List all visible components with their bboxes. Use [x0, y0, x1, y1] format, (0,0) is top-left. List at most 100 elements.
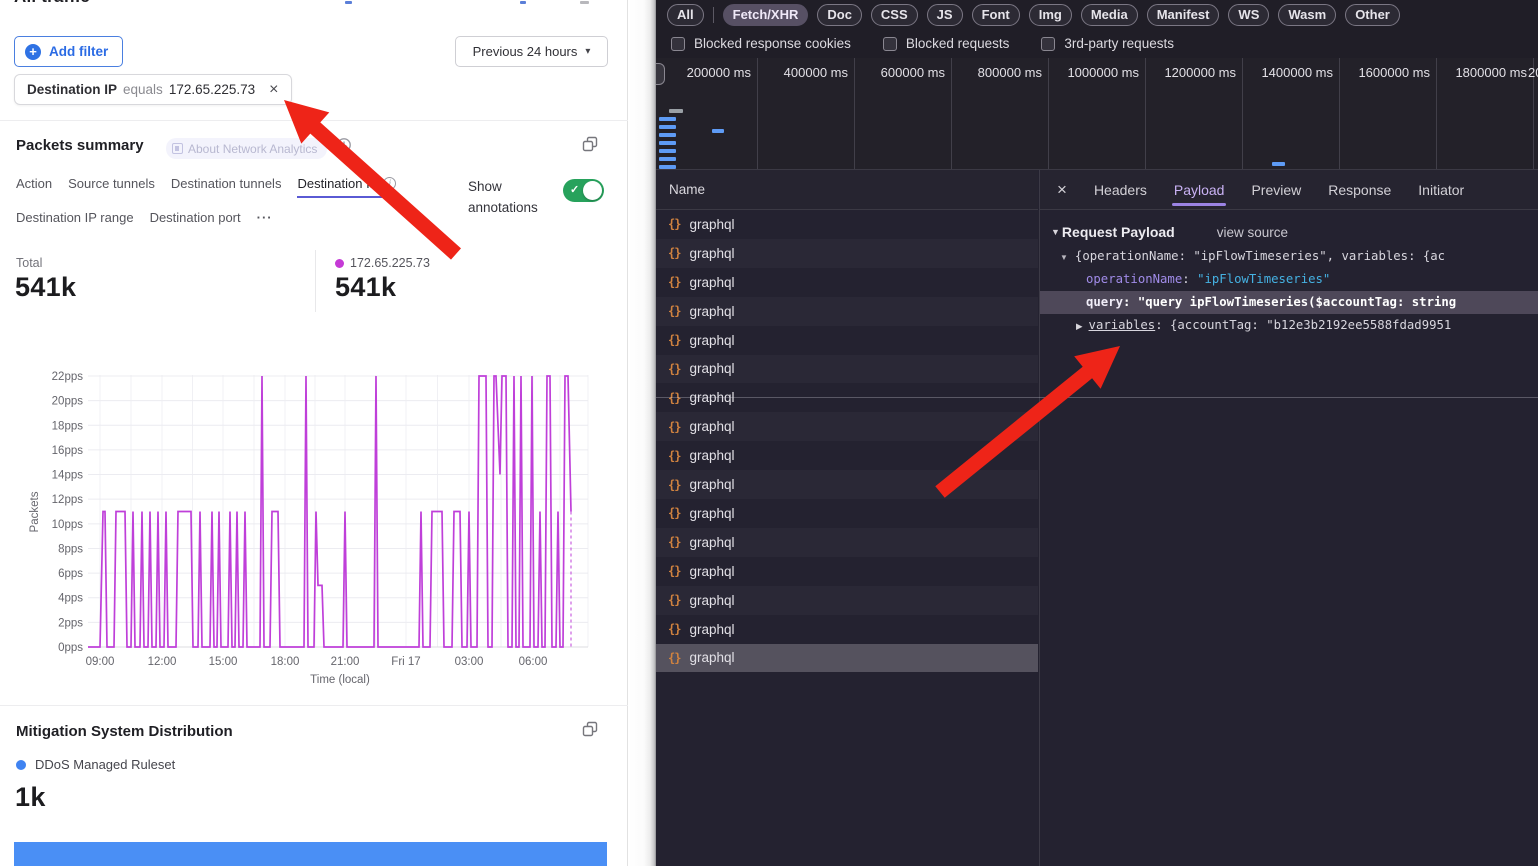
request-mark [669, 109, 683, 113]
tab-label: Source tunnels [68, 176, 155, 191]
packets-timeseries-chart[interactable]: 0pps2pps4pps6pps8pps10pps12pps14pps16pps… [0, 352, 628, 692]
network-overview-timeline[interactable]: 200000 ms400000 ms600000 ms800000 ms1000… [656, 58, 1538, 170]
triangle-down-icon: ▼ [1051, 227, 1060, 237]
request-row[interactable]: {}graphql [656, 326, 1038, 355]
about-network-analytics-badge[interactable]: About Network Analytics [166, 138, 327, 159]
request-name: graphql [689, 622, 734, 637]
clipped-control-remnant [345, 1, 352, 4]
filter-value: 172.65.225.73 [169, 82, 255, 97]
expand-card-icon[interactable] [582, 721, 598, 737]
triangle-right-icon: ▶ [1076, 321, 1083, 331]
svg-text:15:00: 15:00 [209, 656, 238, 668]
resource-filter-manifest[interactable]: Manifest [1147, 4, 1220, 26]
request-row[interactable]: {}graphql [656, 383, 1038, 412]
timeline-tick-label: 1000000 ms [1039, 65, 1139, 80]
tab-destination-port[interactable]: Destination port [150, 210, 241, 232]
analytics-panel: All traffic + Add filter Previous 24 hou… [0, 0, 628, 866]
detail-tab-preview[interactable]: Preview [1251, 170, 1301, 210]
svg-text:06:00: 06:00 [519, 656, 548, 668]
view-source-link[interactable]: view source [1217, 225, 1288, 240]
add-filter-button[interactable]: + Add filter [14, 36, 123, 67]
tab-destination-ip-range[interactable]: Destination IP range [16, 210, 134, 232]
payload-value: "query ipFlowTimeseries($accountTag: str… [1138, 295, 1456, 309]
name-column-header[interactable]: Name [656, 170, 1038, 210]
request-name: graphql [689, 333, 734, 348]
request-name: graphql [689, 593, 734, 608]
detail-tab-headers[interactable]: Headers [1094, 170, 1147, 210]
json-braces-icon: {} [668, 593, 680, 607]
resource-filter-media[interactable]: Media [1081, 4, 1138, 26]
expand-card-icon[interactable] [582, 136, 598, 152]
resource-filter-img[interactable]: Img [1029, 4, 1072, 26]
resource-filter-other[interactable]: Other [1345, 4, 1400, 26]
resource-filter-doc[interactable]: Doc [817, 4, 862, 26]
time-range-dropdown[interactable]: Previous 24 hours ▾ [455, 36, 608, 67]
request-name: graphql [689, 246, 734, 261]
checkbox-3rd-party-requests[interactable]: 3rd-party requests [1041, 36, 1174, 51]
show-annotations-toggle[interactable]: ✓ [563, 179, 604, 202]
request-row[interactable]: {} graphql [656, 412, 1038, 441]
timeline-tick-label-clipped: 2000000 ms [1528, 65, 1538, 80]
payload-row-variables[interactable]: ▶variables: {accountTag: "b12e3b2192ee55… [1040, 314, 1538, 337]
plus-icon: + [25, 44, 41, 60]
svg-text:8pps: 8pps [58, 543, 83, 555]
payload-summary-line[interactable]: ▼{operationName: "ipFlowTimeseries", var… [1040, 245, 1538, 268]
filter-chip[interactable]: Destination IP equals 172.65.225.73 × [14, 74, 292, 105]
request-name: graphql [689, 275, 734, 290]
request-row[interactable]: {} graphql [656, 297, 1038, 326]
resource-filter-css[interactable]: CSS [871, 4, 918, 26]
resource-filter-fetch-xhr[interactable]: Fetch/XHR [723, 4, 809, 26]
resource-filter-ws[interactable]: WS [1228, 4, 1269, 26]
close-icon[interactable]: × [1057, 180, 1067, 200]
request-row[interactable]: {}graphql [656, 268, 1038, 297]
detail-tab-payload[interactable]: Payload [1174, 170, 1225, 210]
request-row[interactable]: {} graphql [656, 239, 1038, 268]
info-icon: i [383, 177, 396, 190]
resource-type-filter-bar: All Fetch/XHR Doc CSS JS Font Img Media Manifest… [656, 0, 1538, 29]
resource-filter-wasm[interactable]: Wasm [1278, 4, 1336, 26]
tab-destination-tunnels[interactable]: Destination tunnels [171, 176, 282, 198]
request-row[interactable]: {}graphql [656, 210, 1038, 239]
tab-destination-ip[interactable]: Destination IPi [297, 176, 396, 198]
request-mark [659, 133, 676, 137]
check-icon: ✓ [570, 183, 579, 196]
resource-filter-font[interactable]: Font [972, 4, 1020, 26]
page-title: All traffic [14, 0, 90, 9]
json-braces-icon: {} [668, 535, 680, 549]
request-row[interactable]: {}graphql [656, 557, 1038, 586]
tab-[interactable]: ··· [257, 210, 273, 232]
request-filter-checkboxes: Blocked response cookies Blocked requests… [656, 29, 1538, 58]
request-name: graphql [689, 564, 734, 579]
request-row[interactable]: {}graphql [656, 644, 1038, 673]
json-braces-icon: {} [668, 420, 680, 434]
json-braces-icon: {} [668, 651, 680, 665]
payload-row-query[interactable]: query: "query ipFlowTimeseries($accountT… [1040, 291, 1538, 314]
checkbox-blocked-requests[interactable]: Blocked requests [883, 36, 1010, 51]
request-row[interactable]: {}graphql [656, 470, 1038, 499]
tab-action[interactable]: Action [16, 176, 52, 198]
request-row[interactable]: {}graphql [656, 528, 1038, 557]
request-name: graphql [689, 506, 734, 521]
tab-source-tunnels[interactable]: Source tunnels [68, 176, 155, 198]
mitigation-legend: DDoS Managed Ruleset [16, 757, 175, 772]
request-row[interactable]: {}graphql [656, 441, 1038, 470]
screenshot-root: All traffic + Add filter Previous 24 hou… [0, 0, 1538, 866]
resource-filter-all[interactable]: All [667, 4, 704, 26]
request-name: graphql [689, 419, 734, 434]
request-payload-title: Request Payload [1062, 224, 1175, 240]
request-row[interactable]: {}graphql [656, 499, 1038, 528]
payload-row-operationname[interactable]: operationName: "ipFlowTimeseries" [1040, 268, 1538, 291]
checkbox-blocked-response-cookies[interactable]: Blocked response cookies [671, 36, 851, 51]
request-name: graphql [689, 304, 734, 319]
request-row[interactable]: {}graphql [656, 615, 1038, 644]
request-row[interactable]: {}graphql [656, 355, 1038, 384]
detail-tab-response[interactable]: Response [1328, 170, 1391, 210]
resource-filter-js[interactable]: JS [927, 4, 963, 26]
json-braces-icon: {} [668, 304, 680, 318]
remove-filter-icon[interactable]: × [269, 82, 278, 98]
svg-text:14pps: 14pps [52, 470, 84, 482]
json-braces-icon: {} [668, 246, 680, 260]
request-row[interactable]: {} graphql [656, 586, 1038, 615]
detail-tab-initiator[interactable]: Initiator [1418, 170, 1464, 210]
svg-text:20pps: 20pps [52, 396, 84, 408]
